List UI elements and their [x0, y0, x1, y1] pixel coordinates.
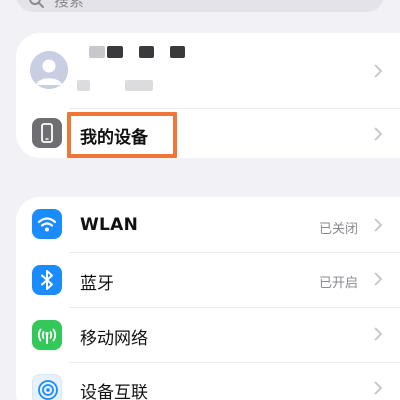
wlan-row[interactable]: WLAN 已关闭 — [16, 197, 400, 251]
chevron-right-icon — [374, 127, 382, 141]
search-icon — [28, 0, 44, 8]
bluetooth-status: 已开启 — [318, 276, 358, 291]
highlight-box — [67, 112, 177, 158]
chevron-right-icon — [374, 272, 382, 286]
device-connect-label: 设备互联 — [80, 383, 148, 400]
chevron-right-icon — [374, 218, 382, 232]
chevron-right-icon — [374, 327, 382, 341]
wlan-label: WLAN — [80, 215, 139, 235]
account-name-redacted — [89, 46, 105, 58]
mobile-network-label: 移动网络 — [80, 329, 148, 349]
search-placeholder: 搜索 — [54, 0, 85, 10]
bluetooth-label: 蓝牙 — [80, 274, 114, 294]
bluetooth-row[interactable]: 蓝牙 已开启 — [16, 253, 400, 307]
account-id-redacted — [77, 80, 90, 91]
account-name-redacted — [170, 46, 185, 58]
account-row[interactable] — [16, 33, 400, 108]
chevron-right-icon — [374, 64, 382, 78]
search-bar[interactable]: 搜索 — [16, 0, 384, 12]
account-name-redacted — [107, 46, 123, 58]
phone-icon — [32, 118, 62, 148]
mobile-network-row[interactable]: 移动网络 — [16, 308, 400, 362]
avatar-icon — [30, 51, 68, 89]
chevron-right-icon — [374, 381, 382, 395]
bluetooth-icon — [32, 265, 62, 295]
account-id-redacted — [125, 80, 153, 91]
wlan-status: 已关闭 — [318, 222, 358, 237]
wifi-icon — [32, 209, 62, 239]
mobile-network-icon — [32, 320, 62, 350]
account-name-redacted — [139, 46, 154, 58]
device-connect-row[interactable]: 设备互联 — [16, 363, 400, 400]
connectivity-card: WLAN 已关闭 蓝牙 已开启 移动网络 设备互联 — [16, 197, 400, 400]
device-connect-icon — [32, 374, 62, 400]
